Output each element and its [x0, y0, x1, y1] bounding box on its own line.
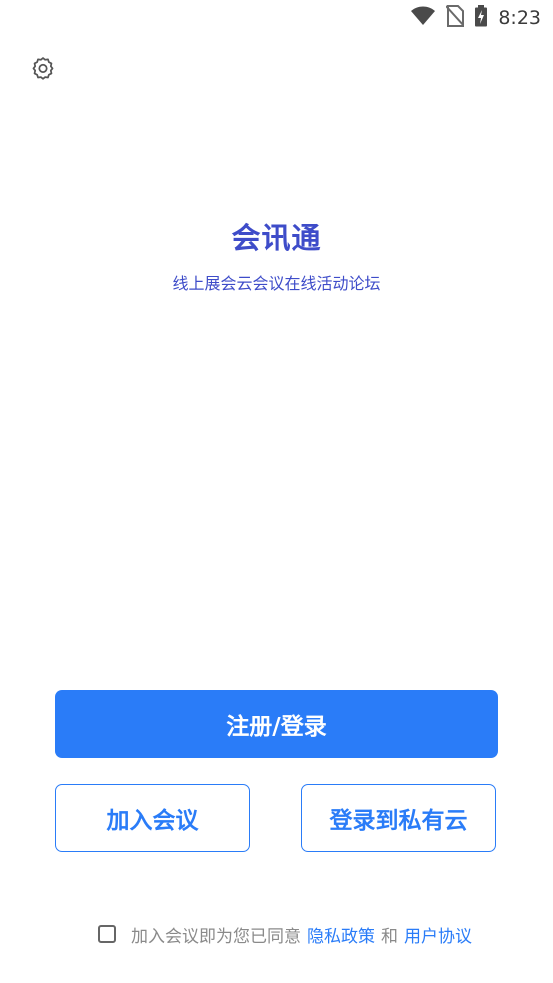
- gear-icon: [30, 55, 56, 85]
- agreement-checkbox[interactable]: [98, 925, 116, 943]
- private-cloud-login-button[interactable]: 登录到私有云: [301, 784, 496, 852]
- settings-button[interactable]: [28, 55, 58, 85]
- status-time: 8:23: [498, 7, 541, 29]
- join-meeting-button[interactable]: 加入会议: [55, 784, 250, 852]
- agreement-row: 加入会议即为您已同意 隐私政策 和 用户协议: [98, 921, 472, 947]
- app-title: 会讯通: [231, 221, 322, 255]
- wifi-icon: [410, 6, 436, 30]
- status-icons: 8:23: [410, 5, 541, 31]
- status-bar: 8:23: [0, 0, 553, 36]
- no-sim-icon: [445, 5, 466, 31]
- privacy-policy-link[interactable]: 隐私政策: [307, 922, 375, 947]
- user-agreement-link[interactable]: 用户协议: [404, 922, 472, 947]
- register-login-button[interactable]: 注册/登录: [55, 690, 498, 758]
- app-subtitle: 线上展会云会议在线活动论坛: [172, 274, 381, 293]
- battery-charging-icon: [474, 5, 488, 31]
- agreement-and: 和: [381, 926, 398, 947]
- agreement-prefix: 加入会议即为您已同意: [131, 926, 301, 947]
